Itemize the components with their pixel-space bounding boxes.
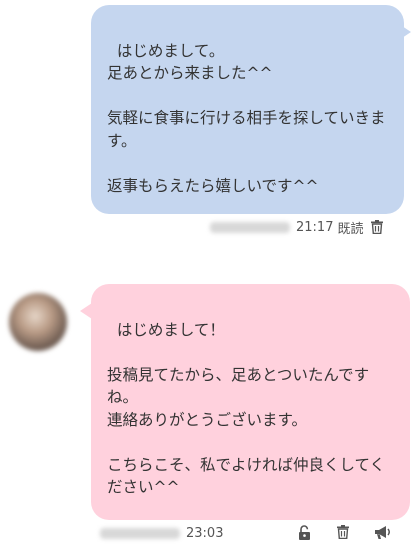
trash-icon[interactable] bbox=[337, 525, 349, 539]
sent-time: 21:17 bbox=[296, 219, 334, 235]
sent-message-meta: 21:17 既読 bbox=[210, 218, 384, 237]
read-status: 既読 bbox=[337, 221, 364, 237]
sent-bubble-tail bbox=[399, 24, 411, 40]
megaphone-icon[interactable] bbox=[374, 525, 392, 540]
received-time: 23:03 bbox=[186, 525, 224, 541]
sent-message-bubble: はじめまして。 足あとから来ました^^ 気軽に食事に行ける相手を探していきます。… bbox=[91, 5, 404, 214]
received-message-text: はじめまして！ 投稿見てたから、足あとついたんですね。 連絡ありがとうございます… bbox=[107, 320, 386, 497]
sent-message-text: はじめまして。 足あとから来ました^^ 気軽に食事に行ける相手を探していきます。… bbox=[107, 41, 386, 195]
sent-date-blurred bbox=[210, 221, 290, 233]
trash-icon[interactable] bbox=[371, 220, 384, 234]
received-message-bubble: はじめまして！ 投稿見てたから、足あとついたんですね。 連絡ありがとうございます… bbox=[91, 284, 410, 520]
unlock-icon[interactable] bbox=[298, 525, 311, 540]
received-message-meta: 23:03 bbox=[100, 524, 223, 542]
received-date-blurred bbox=[100, 527, 180, 539]
avatar[interactable] bbox=[9, 293, 67, 351]
